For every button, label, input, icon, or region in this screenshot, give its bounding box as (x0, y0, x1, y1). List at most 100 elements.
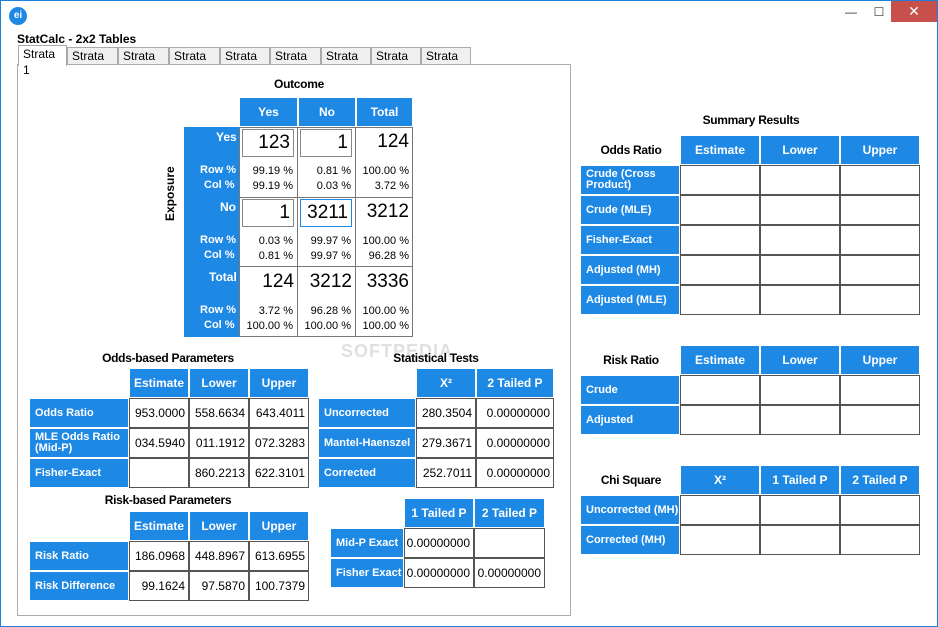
col-header-yes: Yes (239, 97, 298, 127)
col-pct-value: 99.97 % (310, 250, 351, 262)
col-pct-value: 0.03 % (316, 180, 351, 192)
odds-value: 072.3283 (249, 428, 309, 458)
summary-odds-row-label: Fisher-Exact (580, 225, 680, 255)
summary-risk-header-upper: Upper (840, 345, 920, 375)
cell-yes-no-input[interactable]: 1 (300, 129, 352, 157)
col-pct-value: 100.00 % (304, 320, 351, 332)
risk-header-lower: Lower (189, 511, 249, 541)
summary-odds-row-label: Crude (MLE) (580, 195, 680, 225)
risk-value: 448.8967 (189, 541, 249, 571)
stat-value: 252.7011 (416, 458, 476, 488)
summary-cell (760, 225, 840, 255)
summary-cell (840, 285, 920, 315)
summary-odds-header-lower: Lower (760, 135, 840, 165)
title-bar: ei — ☐ ✕ (1, 1, 937, 31)
close-button[interactable]: ✕ (891, 1, 937, 22)
risk-row-label: Risk Difference (29, 571, 129, 601)
exact-value: 0.00000000 (474, 558, 545, 588)
tab-strata-9[interactable]: Strata 9 (421, 47, 471, 79)
col-pct-label-1: Col % (204, 179, 235, 191)
row-label-yes: Yes (216, 130, 237, 144)
summary-chi-title: Chi Square (600, 473, 662, 487)
summary-cell (840, 405, 920, 435)
cell-total-no: 3212 (309, 271, 352, 292)
minimize-button[interactable]: — (837, 1, 865, 23)
tab-strata-3[interactable]: Strata 3 (118, 47, 169, 79)
summary-odds-row-label: Adjusted (MLE) (580, 285, 680, 315)
summary-cell (760, 195, 840, 225)
odds-header-upper: Upper (249, 368, 309, 398)
cell-yes-yes-input[interactable]: 123 (242, 129, 294, 157)
stat-header-2tailed: 2 Tailed P (476, 368, 554, 398)
row-pct-value: 100.00 % (362, 165, 409, 177)
odds-value: 011.1912 (189, 428, 249, 458)
cell-no-total: 3212 (366, 201, 409, 222)
risk-value: 97.5870 (189, 571, 249, 601)
cell-no-no-input[interactable]: 3211 (300, 199, 352, 227)
cell-yes-total: 124 (377, 131, 409, 152)
odds-header-lower: Lower (189, 368, 249, 398)
exposure-label: Exposure (163, 166, 177, 221)
summary-cell (840, 375, 920, 405)
summary-cell (840, 525, 920, 555)
tab-strata-6[interactable]: Strata 6 (270, 47, 321, 79)
summary-cell (680, 525, 760, 555)
summary-odds-header-upper: Upper (840, 135, 920, 165)
col-pct-label-2: Col % (204, 249, 235, 261)
risk-value: 99.1624 (129, 571, 189, 601)
app-window: ei — ☐ ✕ StatCalc - 2x2 Tables Strata 1 … (0, 0, 938, 627)
row-pct-value: 3.72 % (258, 305, 293, 317)
stat-value: 279.3671 (416, 428, 476, 458)
summary-cell (760, 525, 840, 555)
tab-strata-1[interactable]: Strata 1 (18, 45, 67, 77)
summary-odds-row-label: Adjusted (MH) (580, 255, 680, 285)
risk-section-title: Risk-based Parameters (104, 493, 232, 507)
summary-cell (840, 255, 920, 285)
window-title: StatCalc - 2x2 Tables (17, 32, 137, 46)
outcome-label: Outcome (274, 77, 324, 91)
col-pct-value: 96.28 % (368, 250, 409, 262)
col-pct-value: 100.00 % (246, 320, 293, 332)
stat-row-label: Corrected (318, 458, 416, 488)
summary-risk-header-lower: Lower (760, 345, 840, 375)
summary-cell (760, 255, 840, 285)
exact-header-1tailed: 1 Tailed P (404, 498, 474, 528)
tab-strata-7[interactable]: Strata 7 (321, 47, 371, 79)
odds-value: 860.2213 (189, 458, 249, 488)
summary-cell (680, 285, 760, 315)
stat-header-chi: X² (416, 368, 476, 398)
odds-value: 034.5940 (129, 428, 189, 458)
odds-row-label: Odds Ratio (29, 398, 129, 428)
exact-row-label: Mid-P Exact (330, 528, 404, 558)
maximize-button[interactable]: ☐ (865, 1, 893, 23)
stat-value: 280.3504 (416, 398, 476, 428)
col-header-no: No (298, 97, 356, 127)
summary-chi-header-1tailed: 1 Tailed P (760, 465, 840, 495)
col-pct-value: 3.72 % (374, 180, 409, 192)
exact-header-2tailed: 2 Tailed P (474, 498, 545, 528)
summary-chi-header-2tailed: 2 Tailed P (840, 465, 920, 495)
summary-risk-row-label: Crude (580, 375, 680, 405)
tab-strata-8[interactable]: Strata 8 (371, 47, 421, 79)
summary-cell (760, 165, 840, 195)
risk-value: 100.7379 (249, 571, 309, 601)
row-pct-value: 99.97 % (310, 235, 351, 247)
tab-strata-2[interactable]: Strata 2 (67, 47, 118, 79)
row-label-no: No (220, 200, 236, 214)
summary-cell (840, 495, 920, 525)
exact-value: 0.00000000 (404, 528, 474, 558)
summary-odds-title: Odds Ratio (600, 143, 662, 157)
odds-row-label: MLE Odds Ratio (Mid-P) (29, 428, 129, 458)
risk-header-upper: Upper (249, 511, 309, 541)
cell-no-yes-input[interactable]: 1 (242, 199, 294, 227)
summary-cell (760, 405, 840, 435)
exact-row-label: Fisher Exact (330, 558, 404, 588)
summary-cell (680, 405, 760, 435)
tab-strata-4[interactable]: Strata 4 (169, 47, 220, 79)
col-pct-value: 0.81 % (258, 250, 293, 262)
summary-cell (760, 495, 840, 525)
row-pct-label-2: Row % (200, 234, 237, 246)
row-pct-label-3: Row % (200, 304, 237, 316)
tab-strata-5[interactable]: Strata 5 (220, 47, 270, 79)
row-pct-value: 0.81 % (316, 165, 351, 177)
